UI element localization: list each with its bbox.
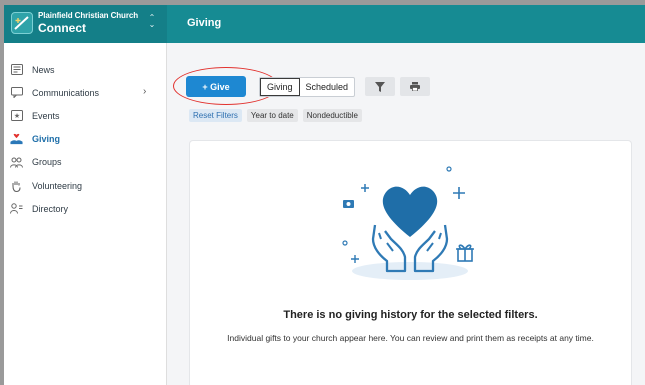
sidebar-item-giving[interactable]: Giving	[4, 128, 167, 151]
filter-chip-nondeductible[interactable]: Nondeductible	[302, 109, 362, 122]
svg-text:★: ★	[13, 112, 19, 120]
chevron-right-icon: ›	[143, 86, 147, 98]
sidebar-item-label: Events	[32, 110, 60, 121]
people-icon	[10, 156, 23, 168]
give-button[interactable]: + Give	[186, 76, 246, 97]
printer-icon	[410, 82, 420, 91]
giving-illustration	[342, 166, 474, 280]
filter-chip-year-to-date[interactable]: Year to date	[246, 109, 298, 122]
filter-button[interactable]	[365, 77, 395, 96]
empty-state-title: There is no giving history for the selec…	[283, 309, 538, 321]
sidebar-item-label: Volunteering	[32, 180, 83, 191]
filter-chips: Reset Filters Year to date Nondeductible	[189, 109, 362, 122]
print-button[interactable]	[400, 77, 430, 96]
gift-icon	[456, 244, 474, 262]
sidebar-item-communications[interactable]: Communications ›	[4, 81, 167, 104]
hand-icon	[10, 180, 23, 192]
chat-icon	[10, 87, 23, 99]
sidebar-item-label: Communications	[32, 87, 100, 98]
church-logo-icon	[11, 12, 33, 34]
tab-giving[interactable]: Giving	[260, 78, 300, 96]
page-header: Giving	[167, 5, 645, 43]
app-window: Plainfield Christian Church Connect ⌃ ⌄ N…	[4, 5, 645, 385]
app-name: Connect	[38, 21, 86, 35]
heart-icon	[382, 186, 438, 237]
tab-scheduled[interactable]: Scheduled	[300, 78, 355, 96]
sidebar-item-label: News	[32, 64, 55, 75]
sidebar-item-groups[interactable]: Groups	[4, 151, 167, 174]
giving-tabs: Giving Scheduled	[259, 77, 356, 97]
sidebar-item-events[interactable]: ★ Events	[4, 104, 167, 127]
sidebar-item-directory[interactable]: Directory	[4, 197, 167, 220]
empty-state-card: There is no giving history for the selec…	[190, 141, 631, 385]
sidebar-item-label: Giving	[32, 134, 61, 145]
newspaper-icon	[10, 64, 23, 76]
org-switcher[interactable]: Plainfield Christian Church Connect ⌃ ⌄	[4, 5, 167, 43]
calendar-star-icon: ★	[10, 110, 23, 122]
sidebar: Plainfield Christian Church Connect ⌃ ⌄ N…	[4, 5, 167, 385]
org-name: Plainfield Christian Church	[38, 11, 138, 20]
main-content: + Give Giving Scheduled Reset Filters Ye…	[167, 43, 645, 385]
sidebar-item-label: Directory	[32, 203, 69, 214]
switcher-chevron-icon[interactable]: ⌃ ⌄	[147, 14, 157, 29]
empty-state-description: Individual gifts to your church appear h…	[227, 333, 594, 343]
funnel-icon	[375, 81, 385, 92]
sidebar-item-news[interactable]: News	[4, 58, 167, 81]
sidebar-item-volunteering[interactable]: Volunteering	[4, 174, 167, 197]
reset-filters-button[interactable]: Reset Filters	[189, 109, 242, 122]
page-title: Giving	[187, 17, 222, 29]
heart-hand-icon	[10, 133, 23, 145]
person-list-icon	[10, 203, 23, 215]
sidebar-nav: News Communications › ★ Events Giving Gr…	[4, 58, 167, 220]
sidebar-item-label: Groups	[32, 157, 62, 168]
